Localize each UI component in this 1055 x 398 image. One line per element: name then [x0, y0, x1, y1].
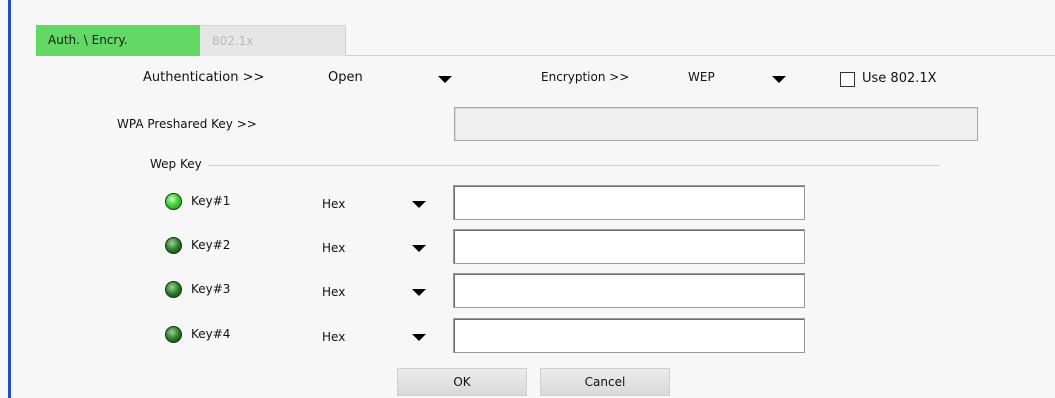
key2-radio-icon[interactable] [165, 237, 182, 254]
encryption-dropdown-arrow-icon[interactable] [772, 76, 786, 83]
key3-format-select[interactable]: Hex [322, 285, 345, 299]
key2-label: Key#2 [191, 238, 231, 252]
key4-input[interactable] [453, 318, 805, 353]
key1-format-dropdown-arrow-icon[interactable] [412, 201, 426, 208]
tab-auth-encry[interactable]: Auth. \ Encry. [36, 25, 200, 56]
key4-format-dropdown-arrow-icon[interactable] [412, 334, 426, 341]
key3-radio-icon[interactable] [165, 281, 182, 298]
tab-divider [346, 55, 1055, 56]
key3-input[interactable] [453, 273, 805, 308]
encryption-label: Encryption >> [541, 70, 630, 84]
wep-key-group-label: Wep Key [150, 157, 202, 171]
wpa-preshared-key-label: WPA Preshared Key >> [117, 117, 257, 131]
wep-key-group-line [208, 165, 940, 166]
encryption-select[interactable]: WEP [688, 70, 715, 84]
key1-input[interactable] [453, 185, 805, 220]
key2-format-dropdown-arrow-icon[interactable] [412, 245, 426, 252]
wpa-preshared-key-field[interactable] [454, 107, 978, 141]
key1-radio-icon[interactable] [165, 193, 182, 210]
key4-label: Key#4 [191, 327, 231, 341]
key3-format-dropdown-arrow-icon[interactable] [412, 289, 426, 296]
cancel-button[interactable]: Cancel [540, 368, 670, 396]
authentication-label: Authentication >> [143, 70, 265, 85]
key3-label: Key#3 [191, 282, 231, 296]
key1-format-select[interactable]: Hex [322, 197, 345, 211]
authentication-dropdown-arrow-icon[interactable] [438, 76, 452, 83]
ok-button[interactable]: OK [397, 368, 527, 396]
tab-8021x[interactable]: 802.1x [200, 25, 346, 56]
key1-label: Key#1 [191, 194, 231, 208]
key4-radio-icon[interactable] [165, 326, 182, 343]
key2-input[interactable] [453, 229, 805, 264]
key2-format-select[interactable]: Hex [322, 241, 345, 255]
key4-format-select[interactable]: Hex [322, 330, 345, 344]
use8021x-label: Use 802.1X [862, 71, 937, 86]
authentication-select[interactable]: Open [328, 70, 363, 85]
use8021x-checkbox[interactable] [840, 72, 855, 87]
